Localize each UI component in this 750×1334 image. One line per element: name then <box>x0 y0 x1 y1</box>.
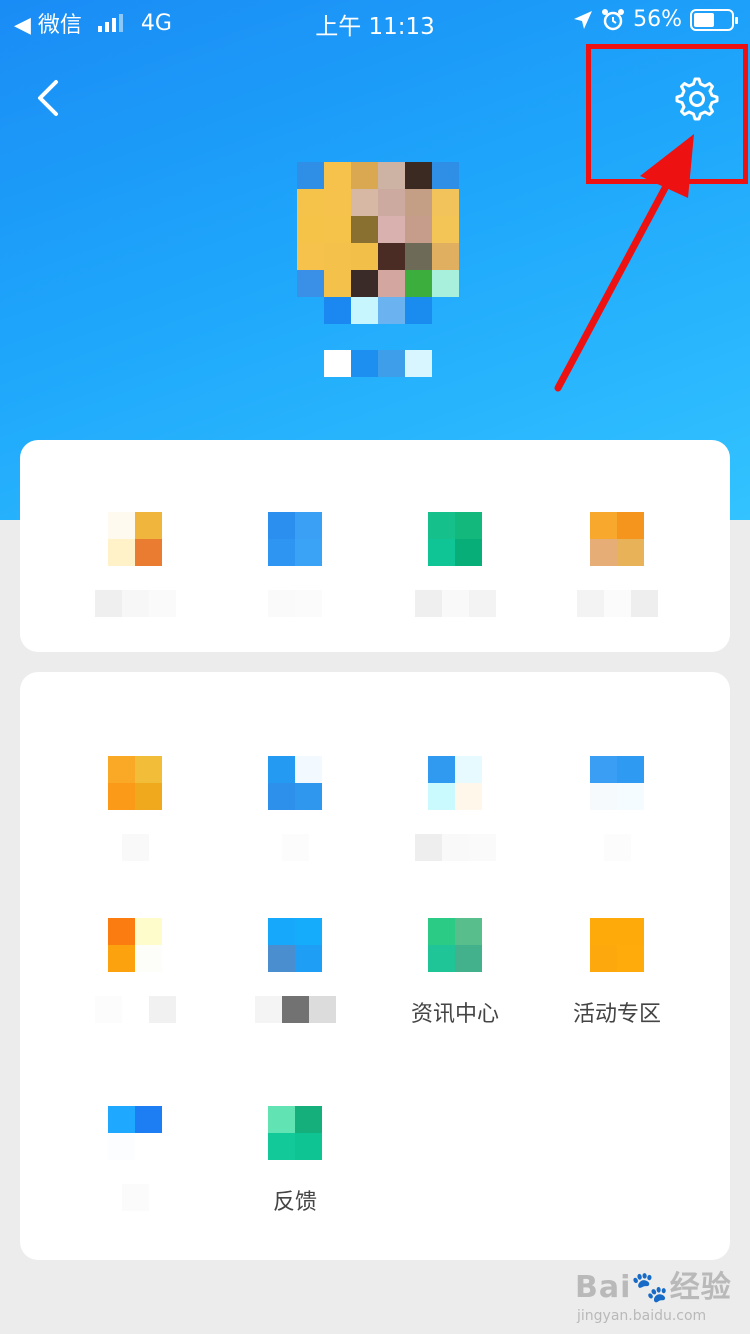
annotation-highlight-box <box>586 44 748 184</box>
service-9-icon <box>108 1106 162 1160</box>
avatar[interactable] <box>297 162 459 324</box>
location-icon <box>574 10 593 29</box>
service-9-label <box>55 1184 215 1212</box>
service-4-label <box>537 834 697 862</box>
watermark-brand-tail: 经验 <box>669 1270 732 1305</box>
service-item-2[interactable] <box>215 756 375 862</box>
username <box>324 350 432 377</box>
quick-action-2-label <box>215 590 375 618</box>
news-center-icon <box>428 918 482 972</box>
activity-zone-icon <box>590 918 644 972</box>
battery-percent: 56% <box>633 7 682 32</box>
service-5-label <box>55 996 215 1024</box>
service-6-label <box>215 996 375 1024</box>
quick-actions-card <box>20 440 730 652</box>
feedback-label: 反馈 <box>272 1190 317 1215</box>
watermark-brand: Bai <box>575 1270 632 1305</box>
baidu-jingyan-watermark: Bai🐾经验 jingyan.baidu.com <box>575 1262 732 1324</box>
service-2-icon <box>268 756 322 810</box>
quick-action-4[interactable] <box>537 512 697 618</box>
service-item-9[interactable] <box>55 1106 215 1212</box>
service-6-icon <box>268 918 322 972</box>
service-item-6[interactable] <box>215 918 375 1024</box>
service-item-1[interactable] <box>55 756 215 862</box>
points-icon <box>428 512 482 566</box>
quick-action-2[interactable] <box>215 512 375 618</box>
service-3-icon <box>428 756 482 810</box>
quick-action-4-label <box>537 590 697 618</box>
service-item-5[interactable] <box>55 918 215 1024</box>
news-center-label: 资讯中心 <box>410 1002 499 1027</box>
wallet-icon <box>108 512 162 566</box>
service-item-3[interactable] <box>375 756 535 862</box>
feedback-icon <box>268 1106 322 1160</box>
coupon-icon <box>268 512 322 566</box>
battery-icon <box>690 8 738 31</box>
alarm-icon <box>602 8 625 30</box>
activity-zone-label: 活动专区 <box>572 1002 661 1027</box>
quick-action-3-label <box>375 590 535 618</box>
service-item-activity-zone[interactable]: 活动专区 <box>537 918 697 1027</box>
paw-icon: 🐾 <box>631 1270 670 1305</box>
service-item-news-center[interactable]: 资讯中心 <box>375 918 535 1027</box>
service-item-4[interactable] <box>537 756 697 862</box>
service-5-icon <box>108 918 162 972</box>
quick-action-3[interactable] <box>375 512 535 618</box>
quick-action-1[interactable] <box>55 512 215 618</box>
status-bar: ◀ 微信 4G 上午 11:13 56% <box>0 0 750 40</box>
service-item-feedback[interactable]: 反馈 <box>215 1106 375 1215</box>
service-1-label <box>55 834 215 862</box>
service-2-label <box>215 834 375 862</box>
watermark-url: jingyan.baidu.com <box>577 1308 707 1324</box>
service-1-icon <box>108 756 162 810</box>
quick-action-1-label <box>55 590 215 618</box>
gift-icon <box>590 512 644 566</box>
service-4-icon <box>590 756 644 810</box>
service-3-label <box>375 834 535 862</box>
chevron-left-icon <box>38 80 58 116</box>
services-grid-card: 资讯中心 活动专区 反馈 <box>20 672 730 1260</box>
back-button[interactable] <box>28 74 72 122</box>
